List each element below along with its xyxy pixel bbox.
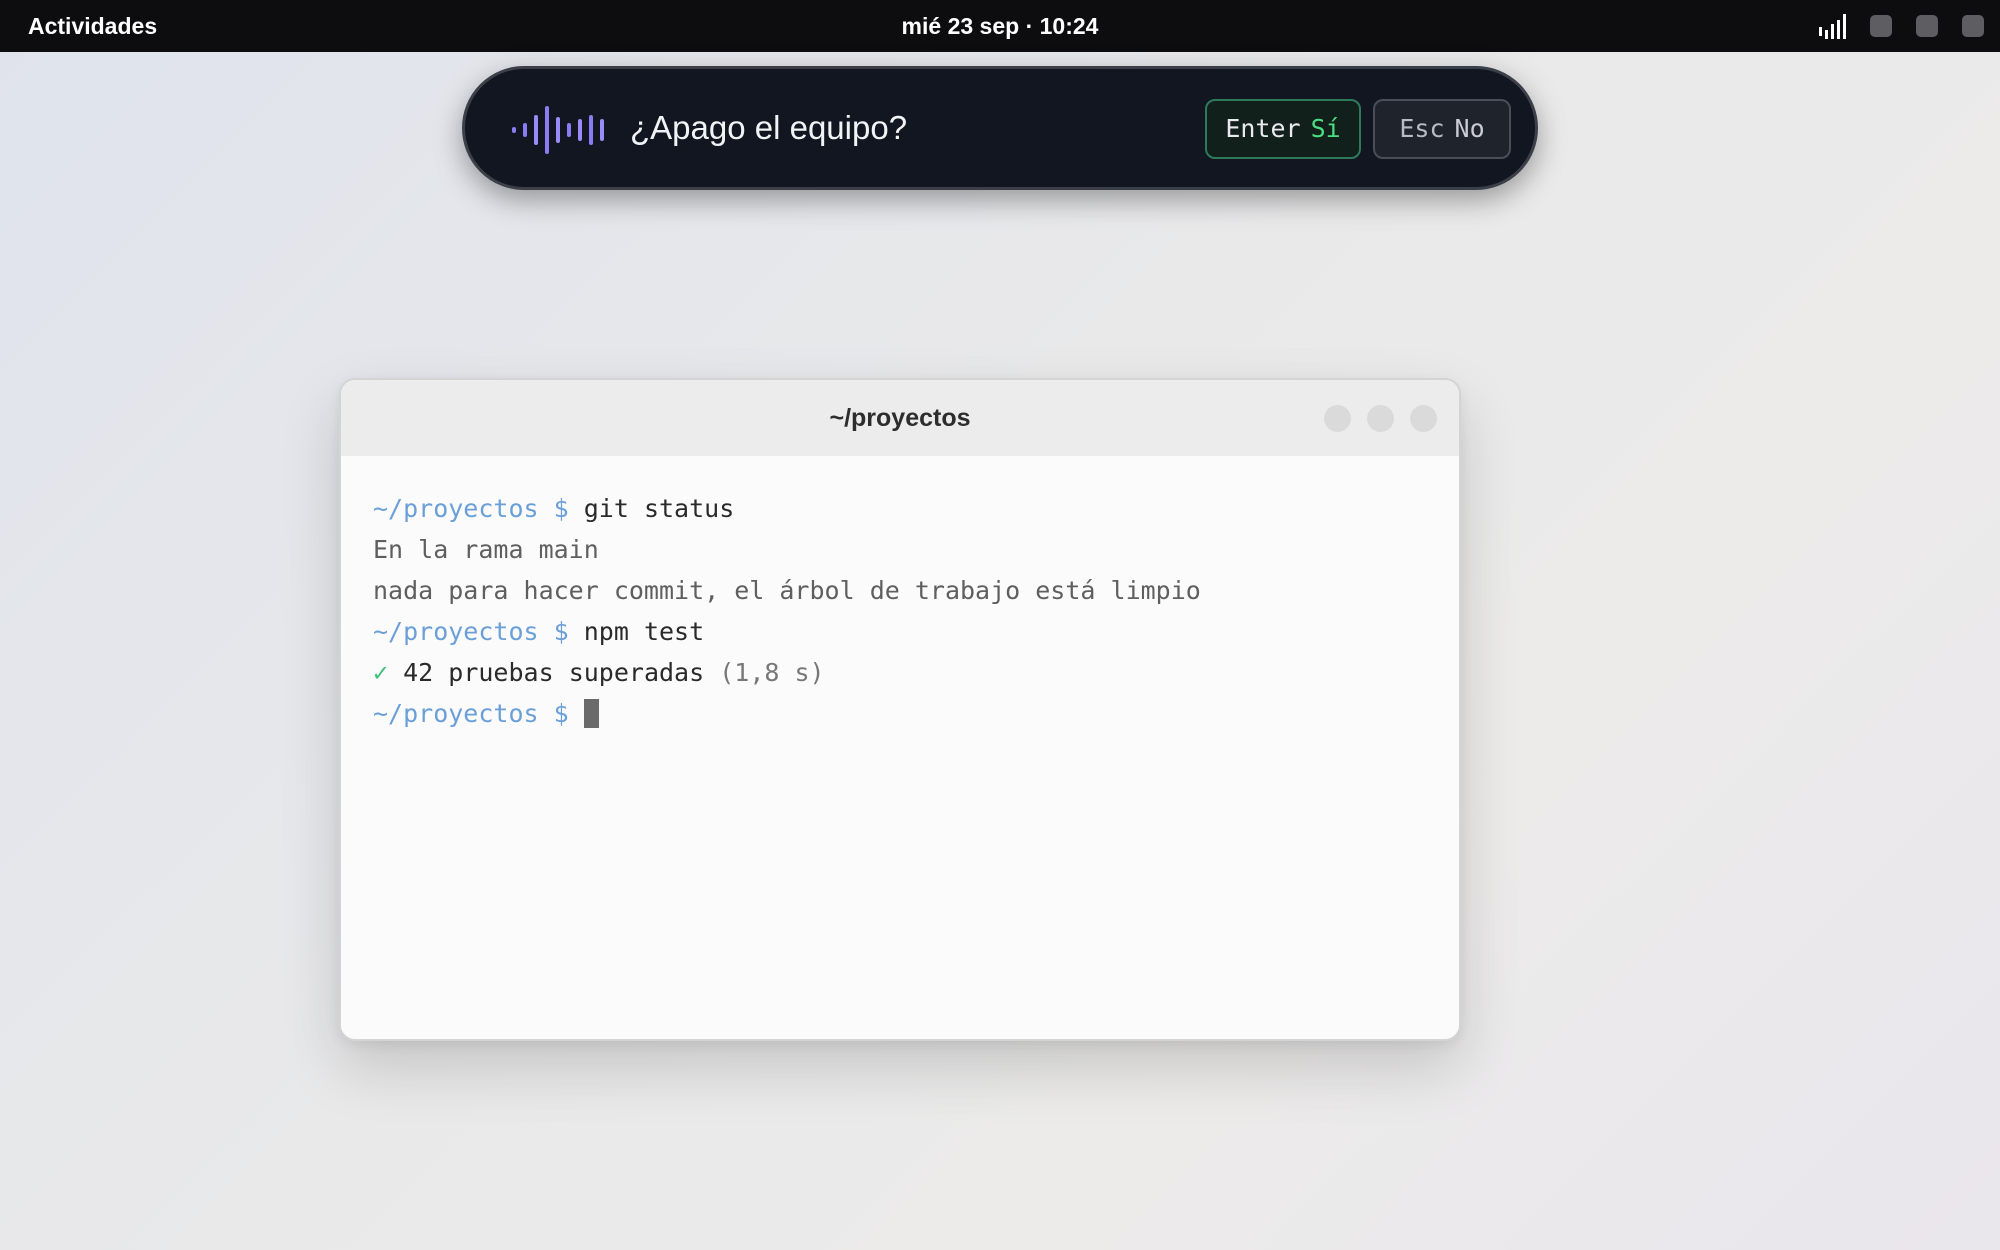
test-result-text: 42 pruebas superadas bbox=[403, 658, 705, 687]
text-cursor[interactable] bbox=[583, 698, 599, 728]
confirm-label: Sí bbox=[1310, 114, 1341, 143]
terminal-output[interactable]: ~/proyectos $ git status En la rama main… bbox=[373, 488, 1439, 734]
check-icon: ✓ bbox=[373, 658, 389, 687]
signal-icon[interactable] bbox=[1818, 12, 1850, 40]
shell-prompt: ~/proyectos $ bbox=[373, 617, 569, 646]
window-titlebar[interactable]: ~/proyectos bbox=[341, 380, 1459, 456]
clock-container: mié 23 sep · 10:24 bbox=[0, 0, 2000, 52]
test-duration: (1,8 s) bbox=[719, 658, 825, 687]
cancel-button[interactable]: Esc No bbox=[1373, 99, 1511, 159]
shell-prompt: ~/proyectos $ bbox=[373, 699, 569, 728]
terminal-window: ~/proyectos ~/proyectos $ git status En … bbox=[339, 378, 1461, 1041]
command-text: npm test bbox=[583, 617, 705, 646]
confirm-button[interactable]: Enter Sí bbox=[1205, 99, 1361, 159]
close-button[interactable] bbox=[1410, 405, 1437, 432]
tray-indicator-icon[interactable] bbox=[1870, 15, 1892, 37]
clock[interactable]: mié 23 sep · 10:24 bbox=[902, 13, 1099, 39]
window-controls bbox=[1308, 405, 1437, 432]
esc-key-label: Esc bbox=[1399, 114, 1445, 143]
voice-wave-icon bbox=[512, 106, 604, 154]
minimize-button[interactable] bbox=[1324, 405, 1351, 432]
terminal-line: ~/proyectos $ git status bbox=[373, 488, 1439, 529]
shell-prompt: ~/proyectos $ bbox=[373, 494, 569, 523]
terminal-line: nada para hacer commit, el árbol de trab… bbox=[373, 576, 1201, 605]
command-text: git status bbox=[583, 494, 735, 523]
top-bar: Actividades mié 23 sep · 10:24 bbox=[0, 0, 2000, 52]
activities-button[interactable]: Actividades bbox=[28, 0, 157, 52]
terminal-line: En la rama main bbox=[373, 535, 599, 564]
enter-key-label: Enter bbox=[1225, 114, 1301, 143]
terminal-line: ~/proyectos $ bbox=[373, 693, 1439, 734]
terminal-line: ✓ 42 pruebas superadas (1,8 s) bbox=[373, 652, 1439, 693]
prompt-question: ¿Apago el equipo? bbox=[630, 109, 908, 146]
terminal-line: ~/proyectos $ npm test bbox=[373, 611, 1439, 652]
voice-confirmation-prompt: ¿Apago el equipo? Enter Sí Esc No bbox=[462, 66, 1538, 190]
cancel-label: No bbox=[1454, 114, 1485, 143]
tray-indicator-icon[interactable] bbox=[1916, 15, 1938, 37]
window-title: ~/proyectos bbox=[829, 404, 971, 432]
maximize-button[interactable] bbox=[1367, 405, 1394, 432]
system-tray bbox=[1818, 13, 1984, 39]
tray-indicator-icon[interactable] bbox=[1962, 15, 1984, 37]
